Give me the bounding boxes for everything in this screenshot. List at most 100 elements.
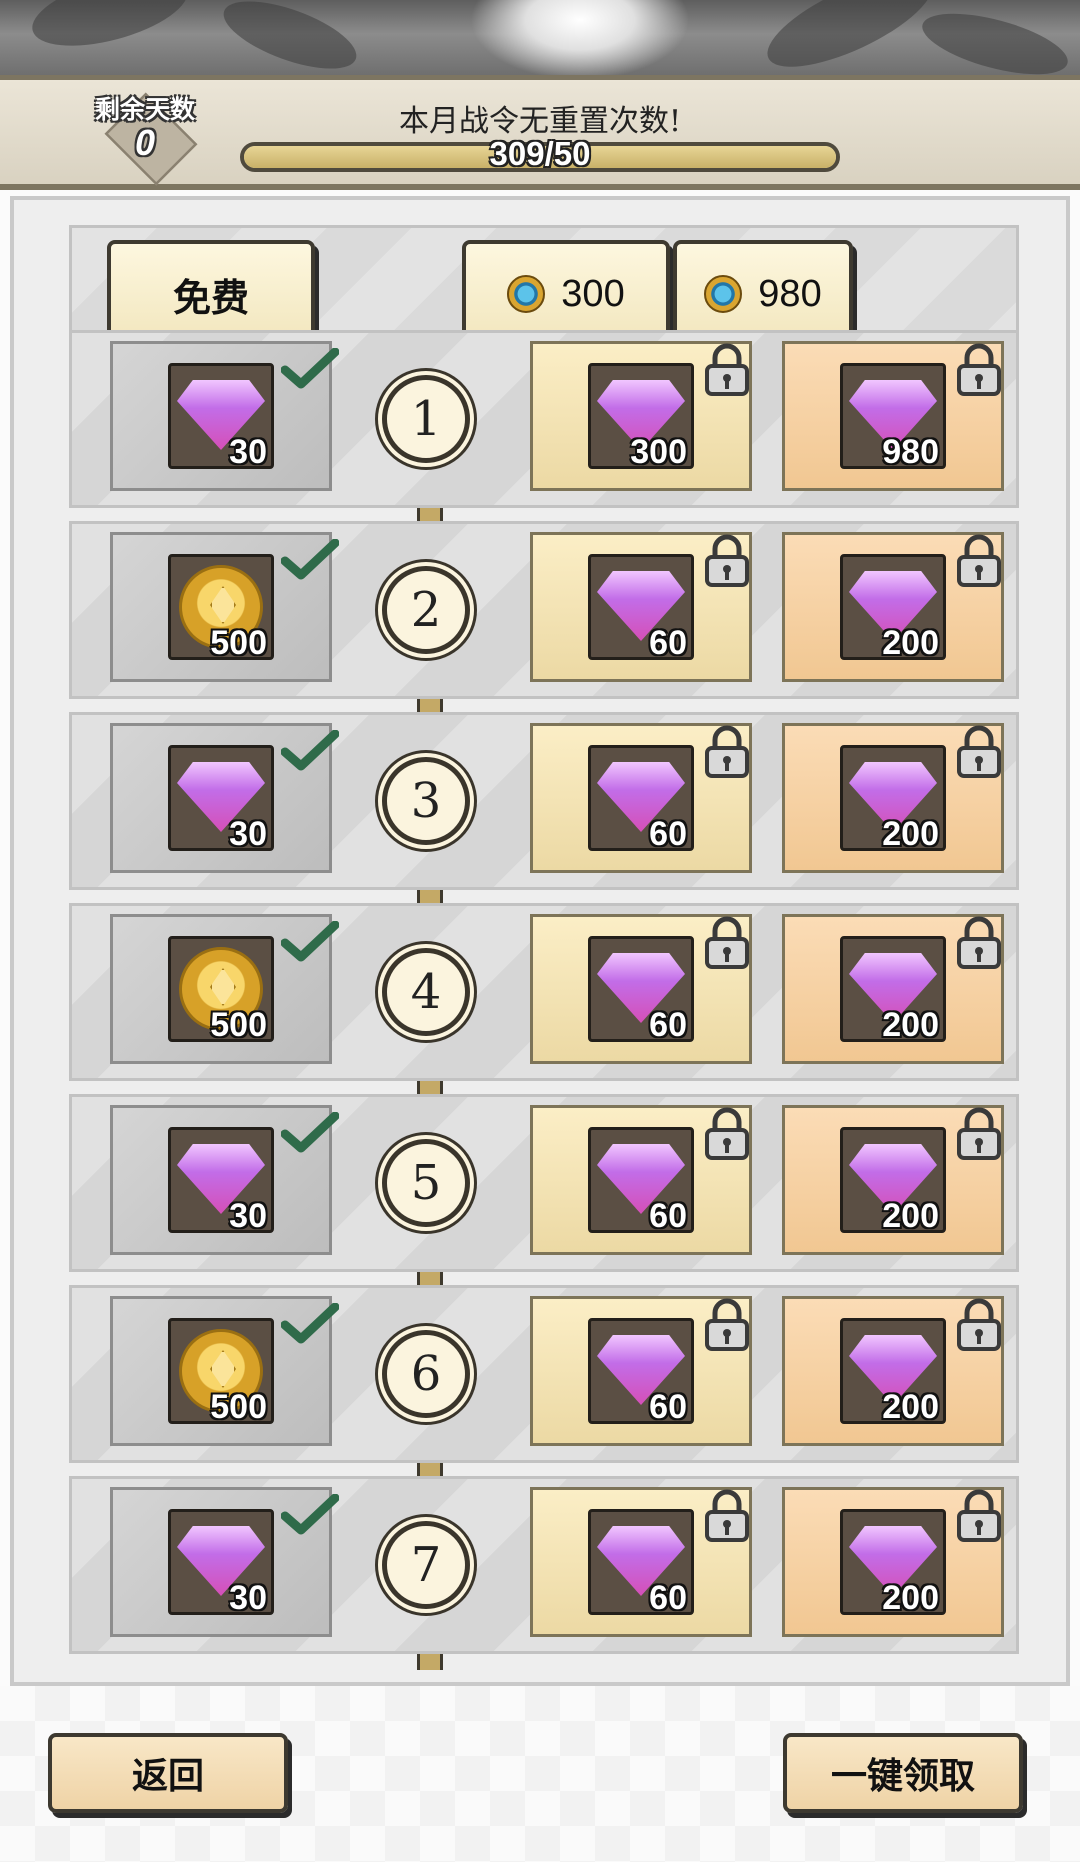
- reward-item: 200: [840, 1127, 946, 1235]
- lock-icon: [703, 533, 751, 589]
- level-badge: 5: [382, 1139, 470, 1227]
- reward-item: 200: [840, 745, 946, 853]
- level-badge: 7: [382, 1521, 470, 1609]
- paid-tier1-reward-cell[interactable]: 60: [530, 1105, 752, 1255]
- lock-icon: [955, 724, 1003, 780]
- progress-text: 309/50: [489, 135, 591, 172]
- reward-quantity: 200: [882, 815, 939, 853]
- free-reward-cell[interactable]: 30: [110, 341, 340, 491]
- reward-row: 30 1 300 980: [69, 330, 1019, 508]
- paid-tier1-reward-cell[interactable]: 60: [530, 914, 752, 1064]
- reward-quantity: 980: [882, 433, 939, 471]
- reward-quantity: 200: [882, 624, 939, 662]
- reward-quantity: 30: [229, 1197, 267, 1235]
- reward-quantity: 500: [210, 624, 267, 662]
- claimed-check-icon: [280, 538, 340, 581]
- back-button[interactable]: 返回: [48, 1733, 288, 1813]
- paid-tier1-reward-cell[interactable]: 60: [530, 723, 752, 873]
- lock-icon: [955, 1106, 1003, 1162]
- reward-panel[interactable]: 免费 300 980 30 1 300 980 500 2 60 200 30 3 60 200 500…: [10, 196, 1070, 1686]
- coin-icon: [507, 275, 546, 313]
- tier-980-price: 980: [758, 272, 822, 315]
- claimed-check-icon: [280, 729, 340, 772]
- reward-quantity: 60: [649, 1006, 687, 1044]
- paid-tier2-reward-cell[interactable]: 200: [782, 914, 1004, 1064]
- reward-item: 60: [588, 745, 694, 853]
- lock-icon: [955, 1488, 1003, 1544]
- reward-quantity: 500: [210, 1006, 267, 1044]
- level-badge: 1: [382, 375, 470, 463]
- reward-item: 60: [588, 1509, 694, 1617]
- reward-quantity: 300: [630, 433, 687, 471]
- lock-icon: [703, 342, 751, 398]
- claimed-check-icon: [280, 1302, 340, 1345]
- paid-tier1-reward-cell[interactable]: 60: [530, 532, 752, 682]
- paid-tier2-reward-cell[interactable]: 980: [782, 341, 1004, 491]
- free-reward-cell[interactable]: 30: [110, 1487, 340, 1637]
- reward-item: 500: [168, 1318, 274, 1426]
- top-banner-art: [0, 0, 1080, 75]
- reward-item: 60: [588, 1127, 694, 1235]
- coin-icon: [704, 275, 743, 313]
- reward-quantity: 30: [229, 1579, 267, 1617]
- lock-icon: [955, 533, 1003, 589]
- free-reward-cell[interactable]: 500: [110, 914, 340, 1064]
- free-reward-cell[interactable]: 30: [110, 723, 340, 873]
- reward-quantity: 500: [210, 1388, 267, 1426]
- reward-row: 500 2 60 200: [69, 521, 1019, 699]
- reward-quantity: 200: [882, 1388, 939, 1426]
- reward-row: 500 6 60 200: [69, 1285, 1019, 1463]
- paid-tier2-reward-cell[interactable]: 200: [782, 1296, 1004, 1446]
- reward-item: 60: [588, 1318, 694, 1426]
- reward-quantity: 200: [882, 1197, 939, 1235]
- reward-item: 500: [168, 936, 274, 1044]
- tier-header-row: 免费 300 980: [69, 225, 1019, 348]
- reward-item: 200: [840, 936, 946, 1044]
- reward-quantity: 60: [649, 815, 687, 853]
- lock-icon: [955, 342, 1003, 398]
- paid-tier1-reward-cell[interactable]: 60: [530, 1487, 752, 1637]
- paid-tier2-reward-cell[interactable]: 200: [782, 1487, 1004, 1637]
- claim-all-button[interactable]: 一键领取: [783, 1733, 1023, 1813]
- reward-quantity: 200: [882, 1006, 939, 1044]
- level-badge: 4: [382, 948, 470, 1036]
- level-badge: 3: [382, 757, 470, 845]
- reward-item: 30: [168, 745, 274, 853]
- remaining-days-label: 剩余天数: [94, 96, 195, 124]
- reward-quantity: 60: [649, 1197, 687, 1235]
- reward-item: 60: [588, 936, 694, 1044]
- paid-tier2-reward-cell[interactable]: 200: [782, 1105, 1004, 1255]
- lock-icon: [703, 1297, 751, 1353]
- reward-item: 200: [840, 1318, 946, 1426]
- paid-tier2-reward-cell[interactable]: 200: [782, 723, 1004, 873]
- reward-quantity: 30: [229, 433, 267, 471]
- lock-icon: [955, 915, 1003, 971]
- reward-item: 200: [840, 1509, 946, 1617]
- lock-icon: [703, 1106, 751, 1162]
- tier-300-price: 300: [561, 272, 625, 315]
- lock-icon: [955, 1297, 1003, 1353]
- reward-item: 30: [168, 1127, 274, 1235]
- lock-icon: [703, 1488, 751, 1544]
- reward-item: 300: [588, 363, 694, 471]
- paid-tier1-reward-cell[interactable]: 60: [530, 1296, 752, 1446]
- paid-tier1-reward-cell[interactable]: 300: [530, 341, 752, 491]
- level-badge: 2: [382, 566, 470, 654]
- reward-row: 500 4 60 200: [69, 903, 1019, 1081]
- reward-row: 30 7 60 200: [69, 1476, 1019, 1654]
- reward-quantity: 30: [229, 815, 267, 853]
- paid-tier2-reward-cell[interactable]: 200: [782, 532, 1004, 682]
- reward-quantity: 200: [882, 1579, 939, 1617]
- reward-item: 30: [168, 363, 274, 471]
- footer-bar: 返回 一键领取: [0, 1686, 1080, 1862]
- claimed-check-icon: [280, 347, 340, 390]
- reward-item: 980: [840, 363, 946, 471]
- free-reward-cell[interactable]: 500: [110, 532, 340, 682]
- claimed-check-icon: [280, 1493, 340, 1536]
- free-reward-cell[interactable]: 30: [110, 1105, 340, 1255]
- lock-icon: [703, 724, 751, 780]
- level-badge: 6: [382, 1330, 470, 1418]
- battle-pass-header: 剩余天数 0 本月战令无重置次数! 309/50: [0, 75, 1080, 190]
- lock-icon: [703, 915, 751, 971]
- free-reward-cell[interactable]: 500: [110, 1296, 340, 1446]
